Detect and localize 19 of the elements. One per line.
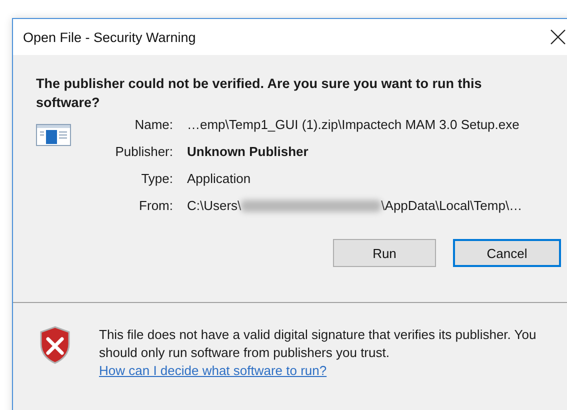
window-title: Open File - Security Warning	[23, 30, 196, 44]
program-window-icon	[36, 124, 71, 146]
field-label: Type:	[140, 170, 173, 188]
field-value: …emp\Temp1_GUI (1).zip\Impactech MAM 3.0 Setup.exe	[187, 116, 520, 134]
close-icon	[550, 29, 566, 45]
field-label: Publisher:	[114, 143, 173, 161]
signature-warning-text: This file does not have a valid digital signature that verifies its publisher. You should only run software from publishers you trust.	[99, 326, 538, 362]
field-value: Application	[187, 170, 252, 188]
shield-error-icon	[39, 326, 71, 364]
field-value: \AppData\Local\Temp\…	[381, 197, 522, 215]
help-link[interactable]: How can I decide what software to run?	[99, 362, 539, 380]
field-label: From:	[138, 197, 173, 215]
cancel-button[interactable]: Cancel	[453, 239, 561, 267]
warning-heading: The publisher could not be verified. Are you sure you want to run this software?	[36, 75, 483, 112]
field-value: C:\Users\	[187, 197, 242, 215]
run-button[interactable]: Run	[333, 239, 436, 267]
field-label: Name:	[134, 116, 173, 134]
close-button[interactable]	[550, 29, 566, 45]
field-value: Unknown Publisher	[187, 143, 310, 161]
